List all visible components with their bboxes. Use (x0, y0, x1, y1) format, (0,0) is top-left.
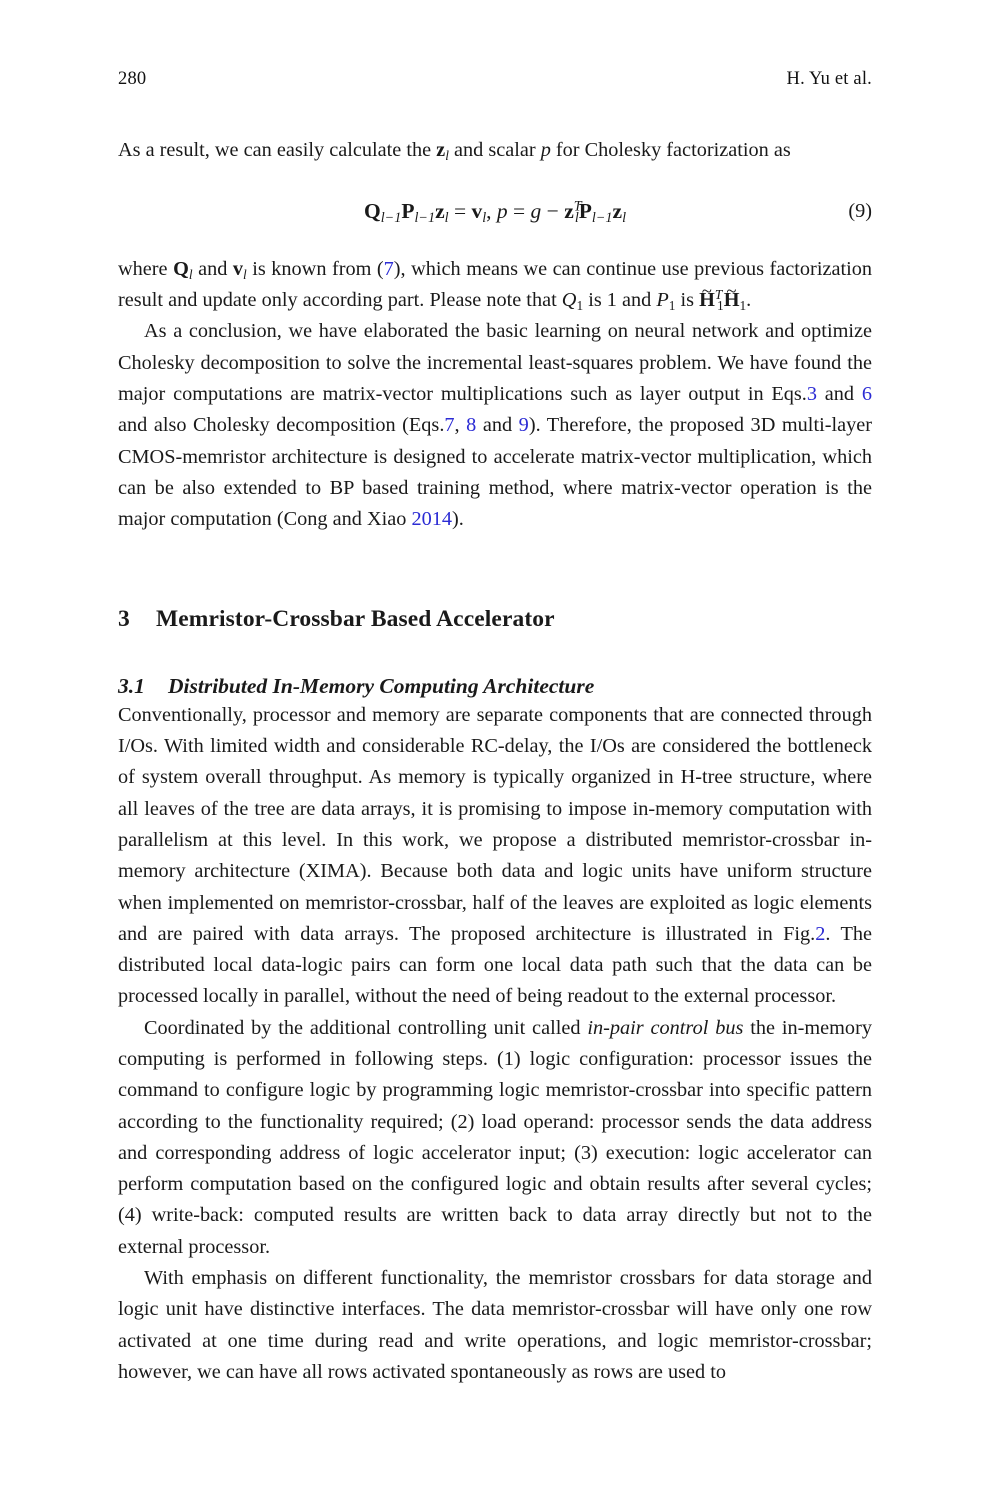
conventionally-text-1: Conventionally, processor and memory are… (118, 703, 872, 945)
citation-ref-cong-xiao-2014[interactable]: 2014 (411, 508, 452, 530)
eq-ref-6[interactable]: 6 (862, 383, 872, 405)
paragraph-where: where Ql and vl is known from (7), which… (118, 254, 872, 317)
section-number: 3 (118, 606, 130, 633)
where-text-7: . (746, 289, 752, 312)
running-head: 280 H. Yu et al. (118, 70, 872, 89)
page-content: 280 H. Yu et al. As a result, we can eas… (118, 70, 872, 1388)
document-page: 280 H. Yu et al. As a result, we can eas… (0, 0, 989, 1500)
eq-equals: = (448, 198, 472, 223)
coordinated-text-1: Coordinated by the additional controllin… (144, 1016, 588, 1039)
eq-ref-3[interactable]: 3 (807, 383, 817, 405)
eq-g: g (530, 198, 542, 223)
eq-z3: z (612, 198, 623, 223)
eq-sub-l4: l (622, 209, 627, 226)
math-vector-z: z (436, 138, 446, 161)
eq-p: p (496, 198, 508, 223)
lead-text-middle: and scalar (448, 138, 541, 161)
math-sub-1-c: 1 (717, 297, 724, 313)
emphasis-text-1: With emphasis on different functionality… (118, 1267, 872, 1383)
emphasis-in-pair-control-bus: in-pair control bus (587, 1016, 744, 1039)
subsection-number: 3.1 (118, 673, 145, 698)
eq-v: v (471, 198, 483, 223)
paragraph-emphasis: With emphasis on different functionality… (118, 1263, 872, 1388)
eq-P2: P (578, 198, 592, 223)
eq-P: P (401, 198, 415, 223)
subsection-title: Distributed In-Memory Computing Architec… (168, 673, 595, 698)
paragraph-conclusion: As a conclusion, we have elaborated the … (118, 316, 872, 535)
tilde-accent-2: ~ (726, 280, 737, 302)
tilde-accent-1: ~ (701, 280, 712, 302)
math-P1: P (656, 289, 669, 312)
eq-equals2: = (507, 198, 531, 223)
eq-ref-7b[interactable]: 7 (444, 414, 454, 436)
equation-number: (9) (848, 199, 872, 222)
eq-sub-l-minus-1: l−1 (380, 209, 402, 226)
paragraph-coordinated: Coordinated by the additional controllin… (118, 1013, 872, 1263)
conclusion-text-1: As a conclusion, we have elaborated the … (118, 320, 872, 405)
section-title: Memristor-Crossbar Based Accelerator (156, 606, 555, 633)
conclusion-text-7: ). (452, 508, 464, 531)
where-text-3: is known from ( (246, 257, 384, 280)
where-text-2: and (192, 257, 233, 280)
math-Q1: Q (561, 289, 577, 312)
eq-ref-8[interactable]: 8 (466, 414, 476, 436)
subsection-heading-3-1: 3.1 Distributed In-Memory Computing Archi… (118, 673, 872, 700)
eq-ref-9[interactable]: 9 (519, 414, 529, 436)
paragraph-lead-in: As a result, we can easily calculate the… (118, 135, 872, 166)
eq-z: z (435, 198, 445, 223)
display-equation-9: Ql−1Pl−1zl = vl, p = g − zTlPl−1zl (9) (118, 194, 872, 228)
equation-body: Ql−1Pl−1zl = vl, p = g − zTlPl−1zl (118, 194, 872, 228)
conclusion-text-4: , (454, 414, 467, 437)
eq-z2: z (564, 198, 574, 223)
figure-ref-2[interactable]: 2 (815, 923, 825, 945)
eq-sub-l-minus-1c: l−1 (591, 209, 613, 226)
conclusion-text-5: and (476, 414, 519, 437)
page-number: 280 (118, 69, 147, 89)
paragraph-conventionally: Conventionally, processor and memory are… (118, 700, 872, 1013)
math-scalar-p: p (540, 138, 551, 161)
math-vector-v: v (232, 257, 243, 280)
where-text-6: is (675, 289, 700, 312)
where-text-1: where (118, 257, 174, 280)
eq-minus: − (541, 198, 565, 223)
section-heading-3: 3 Memristor-Crossbar Based Accelerator (118, 605, 872, 634)
coordinated-text-2: the in-memory computing is performed in … (118, 1016, 872, 1258)
conclusion-text-2: and (817, 382, 862, 405)
math-H-tilde-2: ~ H (724, 281, 740, 316)
math-matrix-Q: Q (173, 257, 189, 280)
eq-sub-l-minus-1b: l−1 (414, 209, 436, 226)
running-author: H. Yu et al. (786, 69, 872, 89)
eq-ref-7[interactable]: 7 (384, 258, 394, 280)
lead-text-before: As a result, we can easily calculate the (118, 138, 437, 161)
eq-comma: , (486, 198, 497, 223)
eq-Q: Q (363, 198, 381, 223)
conclusion-text-3: and also Cholesky decomposition (Eqs. (118, 414, 445, 437)
where-text-5: is 1 and (583, 289, 657, 312)
math-H-tilde-1: ~ H (699, 281, 715, 316)
lead-text-after: for Cholesky factorization as (550, 138, 791, 161)
